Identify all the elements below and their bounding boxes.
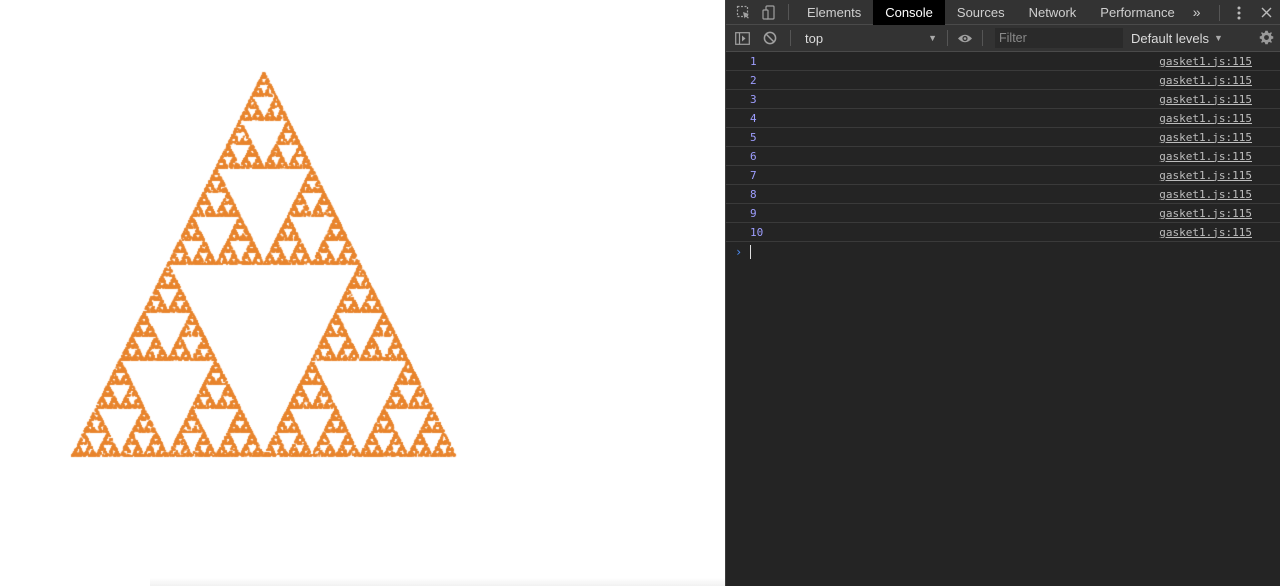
- console-message-value: 7: [750, 168, 757, 182]
- console-source-link[interactable]: gasket1.js:115: [1159, 74, 1252, 87]
- console-message-row: 4 gasket1.js:115: [726, 109, 1280, 128]
- tab-network[interactable]: Network: [1017, 0, 1089, 25]
- console-message-row: 1 gasket1.js:115: [726, 52, 1280, 71]
- console-message-value: 8: [750, 187, 757, 201]
- toolbar-separator: [790, 30, 791, 46]
- console-source-link[interactable]: gasket1.js:115: [1159, 150, 1252, 163]
- tab-console[interactable]: Console: [873, 0, 945, 25]
- console-filter-input[interactable]: [995, 28, 1123, 48]
- console-source-link[interactable]: gasket1.js:115: [1159, 207, 1252, 220]
- chevron-down-icon: ▼: [928, 33, 937, 43]
- console-source-link[interactable]: gasket1.js:115: [1159, 93, 1252, 106]
- console-messages: 1 gasket1.js:115 2 gasket1.js:115 3 gasket1.j…: [726, 52, 1280, 262]
- console-message-value: 2: [750, 73, 757, 87]
- console-message-row: 9 gasket1.js:115: [726, 204, 1280, 223]
- context-selector[interactable]: top ▼: [801, 28, 941, 48]
- console-message-value: 5: [750, 130, 757, 144]
- console-settings-gear-icon[interactable]: [1259, 30, 1274, 50]
- clear-console-icon[interactable]: [756, 25, 784, 52]
- console-message-value: 1: [750, 54, 757, 68]
- devtools-panel: Elements Console Sources Network Perform…: [725, 0, 1280, 586]
- console-source-link[interactable]: gasket1.js:115: [1159, 55, 1252, 68]
- device-toolbar-icon[interactable]: [756, 0, 782, 25]
- tabbar-right-controls: [1213, 0, 1280, 25]
- show-sidebar-icon[interactable]: [728, 25, 756, 52]
- console-message-row: 3 gasket1.js:115: [726, 90, 1280, 109]
- console-message-row: 6 gasket1.js:115: [726, 147, 1280, 166]
- console-source-link[interactable]: gasket1.js:115: [1159, 169, 1252, 182]
- page-viewport: [0, 0, 725, 586]
- console-prompt[interactable]: ›: [726, 242, 1280, 262]
- console-message-value: 9: [750, 206, 757, 220]
- console-message-value: 3: [750, 92, 757, 106]
- tab-sources[interactable]: Sources: [945, 0, 1017, 25]
- log-levels-dropdown[interactable]: Default levels ▼: [1131, 31, 1223, 46]
- toolbar-separator: [947, 30, 948, 46]
- console-message-row: 5 gasket1.js:115: [726, 128, 1280, 147]
- console-source-link[interactable]: gasket1.js:115: [1159, 112, 1252, 125]
- tab-separator: [788, 4, 789, 20]
- console-source-link[interactable]: gasket1.js:115: [1159, 131, 1252, 144]
- sierpinski-gasket-canvas: [0, 0, 725, 586]
- chevron-down-icon: ▼: [1214, 33, 1223, 43]
- context-selector-value: top: [805, 30, 824, 46]
- console-message-row: 8 gasket1.js:115: [726, 185, 1280, 204]
- tab-separator-right: [1219, 4, 1220, 21]
- console-message-row: 7 gasket1.js:115: [726, 166, 1280, 185]
- console-message-row: 10 gasket1.js:115: [726, 223, 1280, 242]
- viewport-shadow: [150, 578, 725, 586]
- console-source-link[interactable]: gasket1.js:115: [1159, 188, 1252, 201]
- close-devtools-icon[interactable]: [1252, 0, 1280, 25]
- customize-menu-icon[interactable]: [1226, 0, 1252, 25]
- tab-performance[interactable]: Performance: [1088, 0, 1186, 25]
- prompt-chevron-icon: ›: [735, 245, 743, 259]
- live-expression-eye-icon[interactable]: [954, 25, 976, 52]
- text-caret: [750, 245, 751, 259]
- console-message-value: 10: [750, 225, 764, 239]
- log-levels-label: Default levels: [1131, 30, 1210, 46]
- inspect-element-icon[interactable]: [730, 0, 756, 25]
- more-tabs-icon[interactable]: »: [1187, 0, 1207, 25]
- console-message-value: 4: [750, 111, 757, 125]
- console-message-row: 2 gasket1.js:115: [726, 71, 1280, 90]
- console-message-value: 6: [750, 149, 757, 163]
- page: Elements Console Sources Network Perform…: [0, 0, 1280, 586]
- console-toolbar: top ▼ Default levels ▼: [726, 25, 1280, 52]
- devtools-tabbar: Elements Console Sources Network Perform…: [726, 0, 1280, 25]
- console-source-link[interactable]: gasket1.js:115: [1159, 226, 1252, 239]
- toolbar-separator: [982, 30, 983, 46]
- tab-elements[interactable]: Elements: [795, 0, 873, 25]
